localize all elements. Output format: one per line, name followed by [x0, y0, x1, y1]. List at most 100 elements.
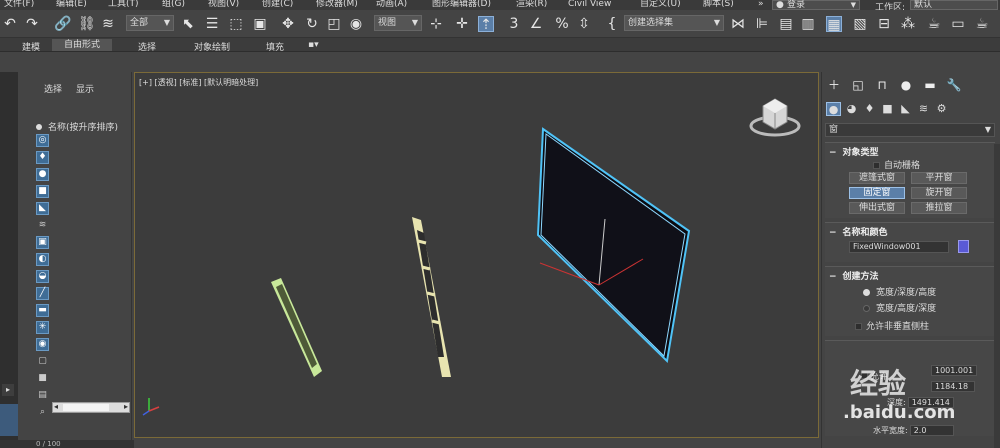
motion-tab-icon[interactable]: ●	[898, 78, 914, 92]
width-param[interactable]: 1184.18	[929, 381, 975, 392]
rendered-frame-window-icon[interactable]: ▭	[950, 16, 966, 32]
scale-icon[interactable]: ◰	[326, 16, 342, 32]
bind-spacewarp-icon[interactable]: ≋	[100, 16, 116, 32]
menu-item-create[interactable]: 创建(C)	[262, 0, 293, 9]
filter-frozen-icon[interactable]: ▬	[36, 304, 49, 317]
awning-window[interactable]	[412, 217, 451, 377]
menu-item-rendering[interactable]: 渲染(R)	[516, 0, 547, 9]
menu-item-file[interactable]: 文件(F)	[4, 0, 34, 9]
toggle-layer-explorer-icon[interactable]: ▥	[800, 16, 816, 32]
filter-helpers-icon[interactable]: ◣	[36, 202, 49, 215]
name-color-header[interactable]: − 名称和颜色	[825, 223, 995, 240]
find-icon[interactable]: ⌕	[36, 406, 49, 419]
filter-spacewarps-icon[interactable]: ≋	[36, 219, 49, 232]
category-dropdown[interactable]: 窗 ▼	[825, 123, 995, 137]
viewcube[interactable]	[749, 98, 801, 137]
align-icon[interactable]: ⊫	[754, 16, 770, 32]
helpers-icon[interactable]: ◣	[898, 102, 913, 116]
layout-tab[interactable]	[0, 404, 18, 436]
filter-all-icon[interactable]: ▢	[36, 355, 49, 368]
create-tab-icon[interactable]: ＋	[826, 78, 842, 92]
perspective-viewport[interactable]: [+] [透视] [标准] [默认明暗处理]	[134, 72, 819, 438]
link-icon[interactable]: 🔗	[54, 16, 71, 32]
menu-item-graph-editors[interactable]: 图形编辑器(D)	[432, 0, 491, 9]
menu-item-modifiers[interactable]: 修改器(M)	[316, 0, 358, 9]
width-value[interactable]: 1184.18	[931, 381, 975, 392]
placement-icon[interactable]: ◉	[348, 16, 364, 32]
horizontal-width-value[interactable]: 2.0	[909, 425, 954, 436]
command-panel-scrollbar[interactable]	[994, 144, 1000, 448]
scene-column-header[interactable]: 名称(按升序排序)	[36, 120, 118, 133]
filter-shapes-icon[interactable]: ♦	[36, 151, 49, 164]
width-depth-height-radio[interactable]: 宽度/深度/高度	[863, 285, 936, 298]
filter-xrefs-icon[interactable]: ◐	[36, 253, 49, 266]
height-value[interactable]: 1001.001	[931, 365, 978, 376]
filter-invert-icon[interactable]: ▤	[36, 389, 49, 402]
menu-item-animation[interactable]: 动画(A)	[376, 0, 407, 9]
scroll-right-icon[interactable]: ▸	[124, 402, 128, 411]
filter-groups-icon[interactable]: ▣	[36, 236, 49, 249]
render-production-icon[interactable]: ☕	[974, 16, 990, 32]
geometry-icon[interactable]: ●	[826, 102, 841, 116]
login-dropdown[interactable]: ● 登录 ▼	[772, 0, 860, 10]
horizontal-width-param[interactable]: 水平宽度: 2.0	[873, 425, 954, 436]
awning-window-button[interactable]: 遮篷式窗	[849, 172, 905, 184]
spinner-snap-icon[interactable]: ⇳	[576, 16, 592, 32]
schematic-view-icon[interactable]: ⊟	[876, 16, 892, 32]
snap-toggle-icon[interactable]: 3	[506, 16, 522, 32]
sliding-window-button[interactable]: 推拉窗	[911, 202, 967, 214]
shapes-icon[interactable]: ◕	[844, 102, 859, 116]
keyboard-shortcut-override-icon[interactable]: ⇡	[478, 16, 494, 33]
unlink-icon[interactable]: ⛓	[78, 16, 96, 32]
filter-geometry-icon[interactable]: ◎	[36, 134, 49, 147]
rectangular-selection-icon[interactable]: ⬚	[228, 16, 244, 32]
curve-editor-icon[interactable]: ▧	[852, 16, 868, 32]
scroll-left-icon[interactable]: ◂	[54, 402, 58, 411]
selection-filter-dropdown[interactable]: 全部 ▼	[126, 15, 174, 31]
select-manipulate-icon[interactable]: ✛	[454, 16, 470, 32]
height-param[interactable]: 1001.001	[929, 365, 978, 376]
ribbon-options-icon[interactable]: ▪▾	[308, 40, 319, 50]
scene-tab-display[interactable]: 显示	[76, 82, 94, 95]
scene-tab-select[interactable]: 选择	[44, 82, 62, 95]
pivoted-window-button[interactable]: 旋开窗	[911, 187, 967, 199]
pivot-center-icon[interactable]: ⊹	[428, 16, 444, 32]
filter-hidden-icon[interactable]: ✳	[36, 321, 49, 334]
hierarchy-tab-icon[interactable]: ⊓	[874, 78, 890, 92]
undo-icon[interactable]: ↶	[2, 16, 18, 32]
edit-named-selection-icon[interactable]: {	[604, 16, 620, 32]
width-height-depth-radio[interactable]: 宽度/高度/深度	[863, 301, 936, 314]
toggle-scene-explorer-icon[interactable]: ▤	[778, 16, 794, 32]
allow-non-vertical-checkbox[interactable]: 允许非垂直侧柱	[855, 319, 929, 332]
expand-icon[interactable]: ▸	[2, 384, 14, 396]
cameras-icon[interactable]: ■	[880, 102, 895, 116]
mirror-icon[interactable]: ⋈	[730, 16, 746, 32]
spacewarps-icon[interactable]: ≋	[916, 102, 931, 116]
tab-freeform[interactable]: 自由形式	[52, 39, 113, 51]
fixed-window-selected[interactable]	[536, 127, 691, 364]
window-crossing-icon[interactable]: ▣	[252, 16, 268, 32]
object-color-swatch[interactable]	[958, 240, 969, 253]
menu-item-group[interactable]: 组(G)	[162, 0, 185, 9]
more-icon[interactable]: »	[758, 0, 764, 9]
menu-item-edit[interactable]: 编辑(E)	[56, 0, 87, 9]
lights-icon[interactable]: ♦	[862, 102, 877, 116]
rotate-icon[interactable]: ↻	[304, 16, 320, 32]
move-icon[interactable]: ✥	[280, 16, 296, 32]
menu-item-civil-view[interactable]: Civil View	[568, 0, 611, 9]
viewport-scene[interactable]	[135, 73, 820, 439]
projected-window-button[interactable]: 伸出式窗	[849, 202, 905, 214]
filter-containers-icon[interactable]: ╱	[36, 287, 49, 300]
scene-scrollbar[interactable]: ◂ ▸	[52, 402, 130, 413]
redo-icon[interactable]: ↷	[24, 16, 40, 32]
toggle-ribbon-icon[interactable]: ▦	[826, 16, 842, 33]
viewport-label[interactable]: [+] [透视] [标准] [默认明暗处理]	[139, 77, 258, 88]
menu-item-views[interactable]: 视图(V)	[208, 0, 239, 9]
scroll-thumb[interactable]	[63, 404, 109, 411]
render-setup-icon[interactable]: ☕	[926, 16, 942, 32]
time-slider[interactable]: 0 / 100	[0, 440, 134, 448]
select-object-icon[interactable]: ⬉	[180, 16, 196, 32]
filter-none-icon[interactable]: ■	[36, 372, 49, 385]
menu-item-tools[interactable]: 工具(T)	[108, 0, 139, 9]
menu-item-customize[interactable]: 自定义(U)	[640, 0, 681, 9]
